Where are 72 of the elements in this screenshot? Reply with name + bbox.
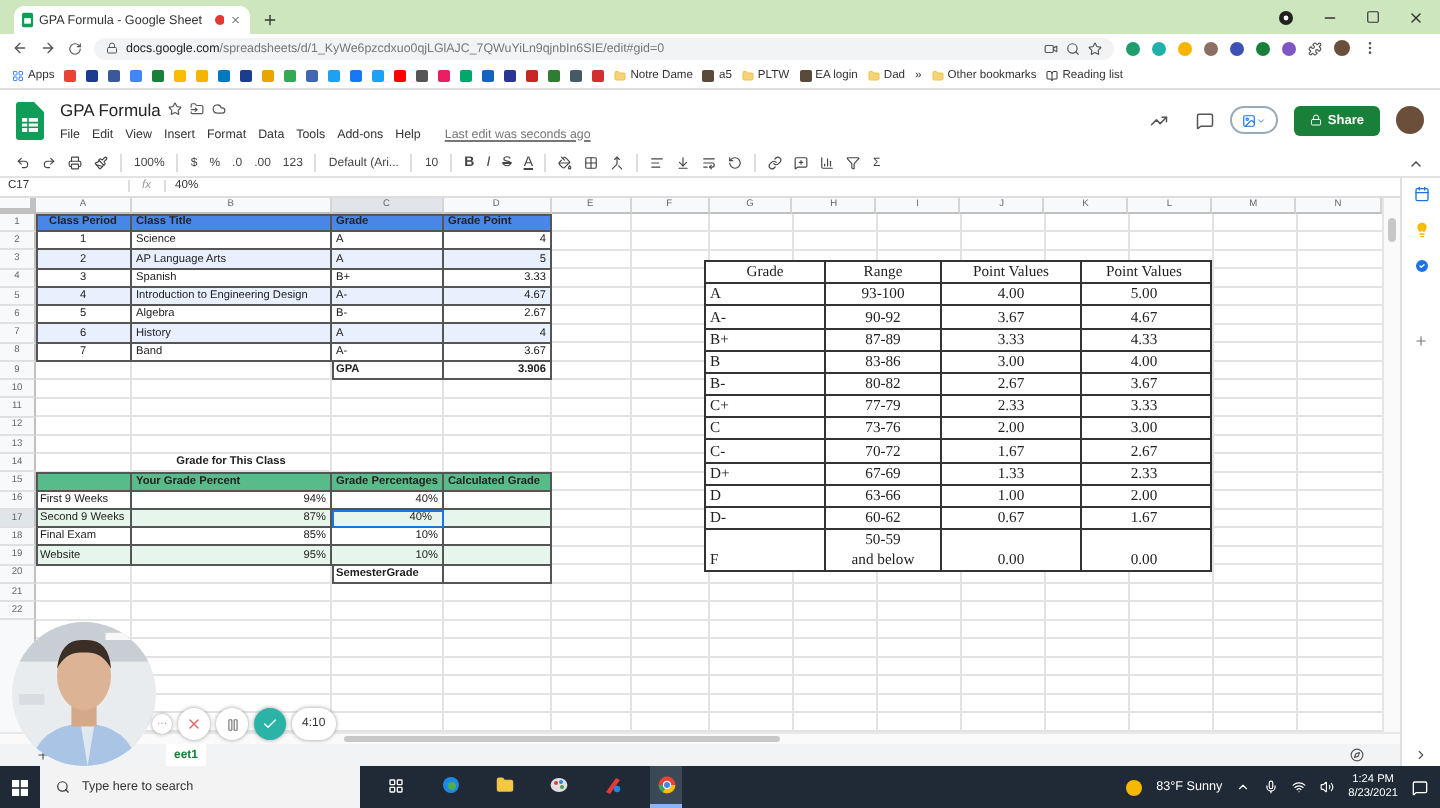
wrap-icon[interactable] xyxy=(702,156,717,170)
borders-icon[interactable] xyxy=(584,156,599,170)
close-icon[interactable] xyxy=(1408,9,1424,25)
record-dot-icon xyxy=(213,14,225,26)
merge-icon[interactable] xyxy=(610,156,625,170)
chrome-icon[interactable] xyxy=(650,766,682,808)
star-icon[interactable] xyxy=(168,102,183,116)
comment-icon[interactable] xyxy=(794,156,809,170)
chart-icon[interactable] xyxy=(820,156,835,170)
camera-icon[interactable] xyxy=(1044,41,1058,55)
rotate-icon[interactable] xyxy=(728,156,743,170)
forward-icon[interactable] xyxy=(40,40,56,56)
table-cell xyxy=(444,546,552,566)
avatar-icon[interactable] xyxy=(1334,40,1350,56)
tasks-icon[interactable] xyxy=(1413,258,1429,274)
activity-icon[interactable] xyxy=(1149,111,1168,129)
bookmark-icon xyxy=(702,69,715,81)
lock-icon xyxy=(106,42,118,54)
add-sheet-icon[interactable] xyxy=(36,748,50,762)
microphone-icon[interactable] xyxy=(1264,780,1279,794)
lock-icon xyxy=(1309,114,1322,126)
avatar-icon[interactable] xyxy=(1396,106,1424,134)
maximize-icon[interactable] xyxy=(1366,10,1380,24)
cloud-icon xyxy=(212,102,227,116)
notifications-icon[interactable] xyxy=(1412,779,1428,795)
search-icon[interactable] xyxy=(1066,41,1080,55)
explore-icon[interactable] xyxy=(1350,748,1364,762)
undo-icon[interactable] xyxy=(16,156,30,170)
volume-icon[interactable] xyxy=(1320,780,1335,794)
network-icon[interactable] xyxy=(1292,780,1307,794)
table-cell xyxy=(36,472,132,492)
search-icon xyxy=(56,780,70,794)
caret-icon xyxy=(1255,115,1266,125)
scrollbar-thumb[interactable] xyxy=(344,736,780,743)
present-icon xyxy=(1241,113,1256,127)
folder-icon xyxy=(867,69,880,81)
calendar-icon[interactable] xyxy=(1413,186,1429,202)
sheets-logo-icon[interactable] xyxy=(16,101,44,139)
reload-icon[interactable] xyxy=(68,41,82,55)
folder-icon xyxy=(614,69,627,81)
vertical-align-icon[interactable] xyxy=(676,156,691,170)
present-button[interactable] xyxy=(1229,106,1278,134)
filter-icon[interactable] xyxy=(846,156,861,170)
book-icon xyxy=(1046,69,1059,81)
windows-icon xyxy=(12,779,28,795)
chevron-icon[interactable] xyxy=(1414,748,1428,762)
fill-color-icon[interactable] xyxy=(558,156,573,170)
back-icon[interactable] xyxy=(12,40,28,56)
check-icon xyxy=(262,716,278,732)
print-icon[interactable] xyxy=(68,156,82,170)
weather-sun-icon[interactable] xyxy=(1126,779,1143,795)
align-icon[interactable] xyxy=(650,156,665,170)
move-folder-icon[interactable] xyxy=(190,102,205,116)
new-tab-icon[interactable] xyxy=(262,12,278,28)
link-icon[interactable] xyxy=(768,156,783,170)
close-icon xyxy=(186,716,202,732)
folder-icon xyxy=(931,69,944,81)
apps-icon xyxy=(12,69,24,81)
sheets-icon xyxy=(22,12,34,28)
redo-icon[interactable] xyxy=(42,156,56,170)
pause-icon xyxy=(225,717,239,731)
document-title[interactable]: GPA Formula xyxy=(60,99,161,119)
tray-expand-icon[interactable] xyxy=(1236,780,1251,794)
star-icon[interactable] xyxy=(1088,41,1102,55)
comment-icon[interactable] xyxy=(1195,111,1214,129)
bookmark-icon xyxy=(799,69,812,81)
scrollbar[interactable] xyxy=(1382,197,1400,733)
table-cell xyxy=(444,528,552,547)
puzzle-icon[interactable] xyxy=(1308,41,1322,55)
paint-format-icon[interactable] xyxy=(94,156,108,170)
media-icon[interactable] xyxy=(1278,9,1294,25)
folder-icon xyxy=(741,69,754,81)
